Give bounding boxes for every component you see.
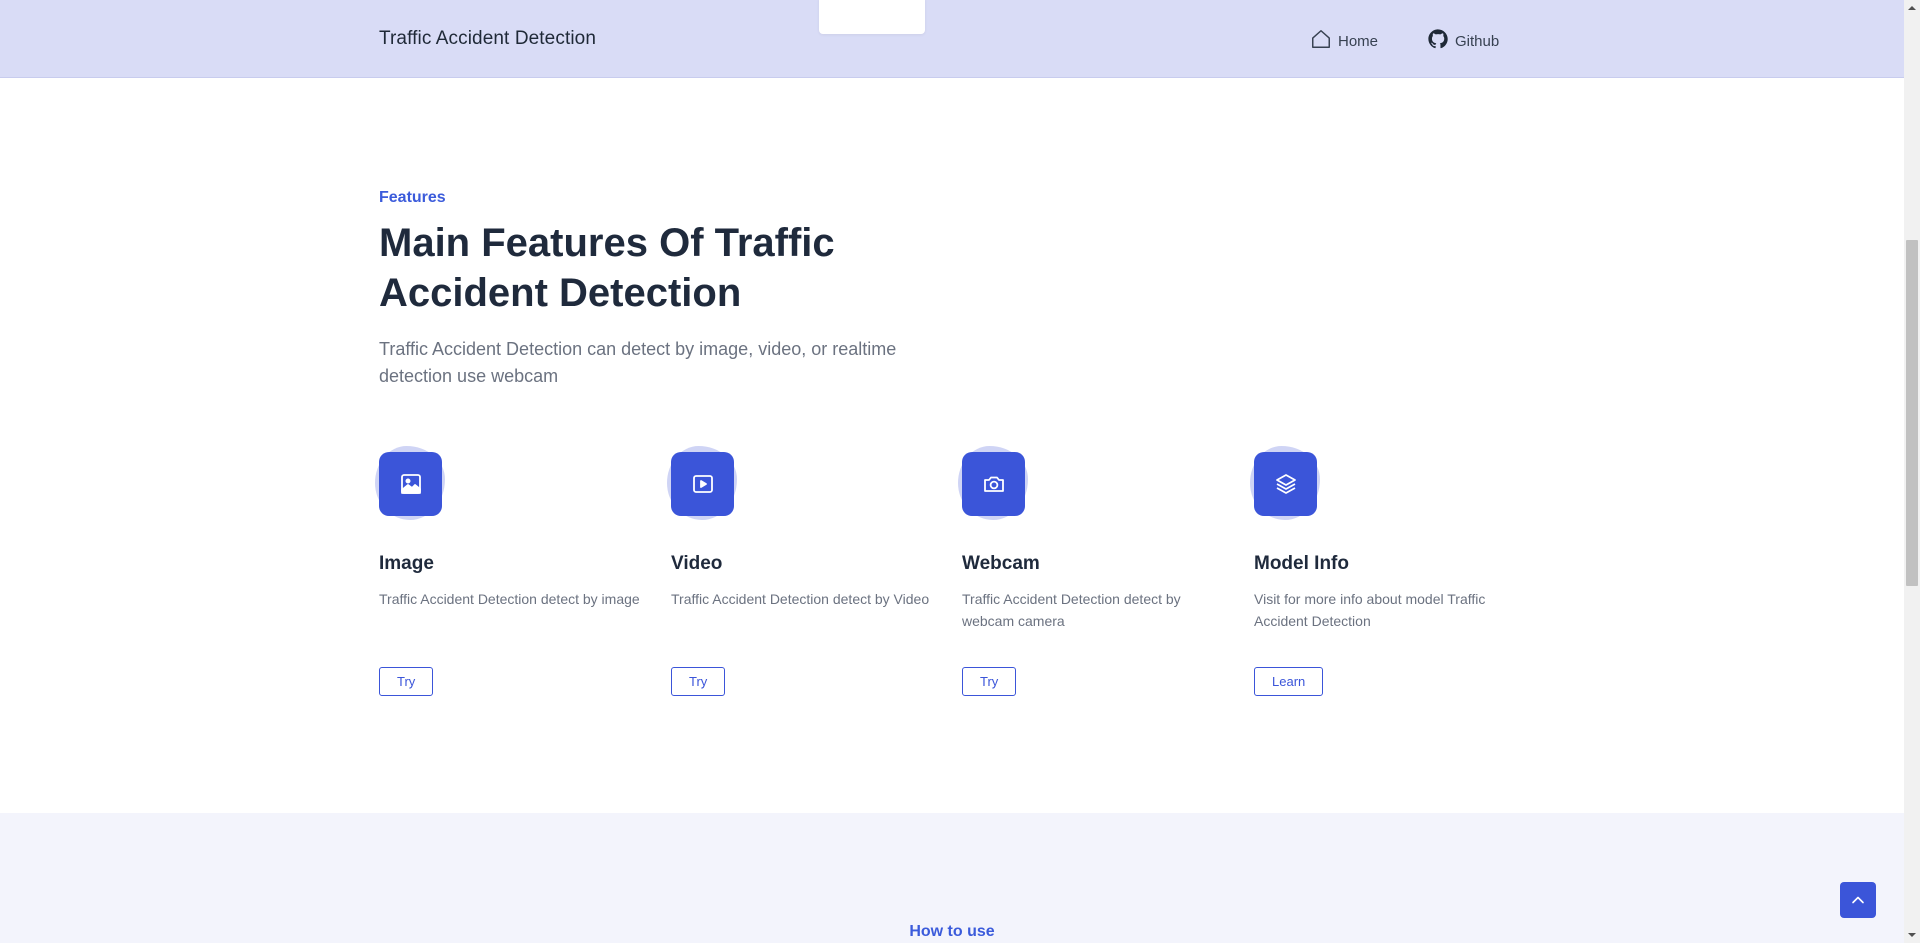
hidden-nav-button — [819, 0, 925, 34]
scroll-thumb[interactable] — [1906, 240, 1918, 586]
image-icon — [400, 474, 421, 494]
nav-github-label: Github — [1455, 33, 1500, 50]
feature-card-title: Webcam — [962, 553, 1040, 574]
github-icon — [1428, 29, 1448, 49]
nav-github-link[interactable]: Github — [1427, 28, 1499, 50]
features-description: Traffic Accident Detection can detect by… — [379, 339, 897, 386]
features-eyebrow: Features — [379, 189, 446, 206]
feature-icon-box — [671, 452, 734, 516]
feature-card-model-info: Model Info Visit for more info about mod… — [1250, 446, 1524, 696]
learn-model-button[interactable]: Learn — [1254, 667, 1324, 696]
feature-card-description: Traffic Accident Detection detect by Vid… — [671, 591, 930, 607]
page: Traffic Accident Detection Home Github F… — [0, 0, 1904, 943]
camera-icon — [983, 476, 1004, 492]
feature-card-webcam: Webcam Traffic Accident Detection detect… — [958, 446, 1232, 696]
chevron-up-icon — [1852, 896, 1864, 904]
feature-icon-box — [962, 452, 1025, 516]
try-image-button[interactable]: Try — [379, 667, 434, 696]
nav-home-label: Home — [1338, 33, 1379, 50]
try-video-button[interactable]: Try — [671, 667, 726, 696]
feature-icon-wrap — [667, 446, 741, 522]
how-to-use-eyebrow: How to use — [909, 923, 995, 940]
scroll-up-arrow[interactable] — [1904, 0, 1920, 16]
feature-card-description: Traffic Accident Detection detect by ima… — [379, 591, 640, 607]
scroll-down-arrow[interactable] — [1904, 927, 1920, 943]
feature-icon-wrap — [1250, 446, 1324, 522]
features-title: Main Features Of Traffic Accident Detect… — [379, 221, 835, 315]
feature-icon-box — [1254, 452, 1317, 516]
feature-card-title: Model Info — [1254, 553, 1349, 574]
feature-card-image: Image Traffic Accident Detection detect … — [375, 446, 649, 696]
scroll-up-icon — [1908, 6, 1916, 10]
back-to-top-button[interactable] — [1840, 882, 1876, 918]
brand-title[interactable]: Traffic Accident Detection — [379, 28, 596, 50]
feature-icon-wrap — [375, 446, 449, 522]
home-icon — [1312, 30, 1330, 48]
feature-card-title: Image — [379, 553, 434, 574]
feature-card-description: Traffic Accident Detection detect by web… — [962, 591, 1181, 629]
how-to-use-section: How to use — [0, 813, 1904, 943]
feature-card-video: Video Traffic Accident Detection detect … — [667, 446, 941, 696]
feature-card-title: Video — [671, 553, 723, 574]
page-scrollbar[interactable] — [1904, 0, 1920, 943]
feature-icon-wrap — [958, 446, 1032, 522]
layers-icon — [1275, 474, 1296, 494]
navbar: Traffic Accident Detection Home Github — [0, 0, 1904, 78]
nav-home-link[interactable]: Home — [1310, 28, 1378, 50]
scroll-down-icon — [1908, 933, 1916, 937]
feature-icon-box — [379, 452, 442, 516]
feature-card-description: Visit for more info about model Traffic … — [1254, 591, 1486, 629]
try-webcam-button[interactable]: Try — [962, 667, 1017, 696]
video-icon — [692, 475, 713, 493]
